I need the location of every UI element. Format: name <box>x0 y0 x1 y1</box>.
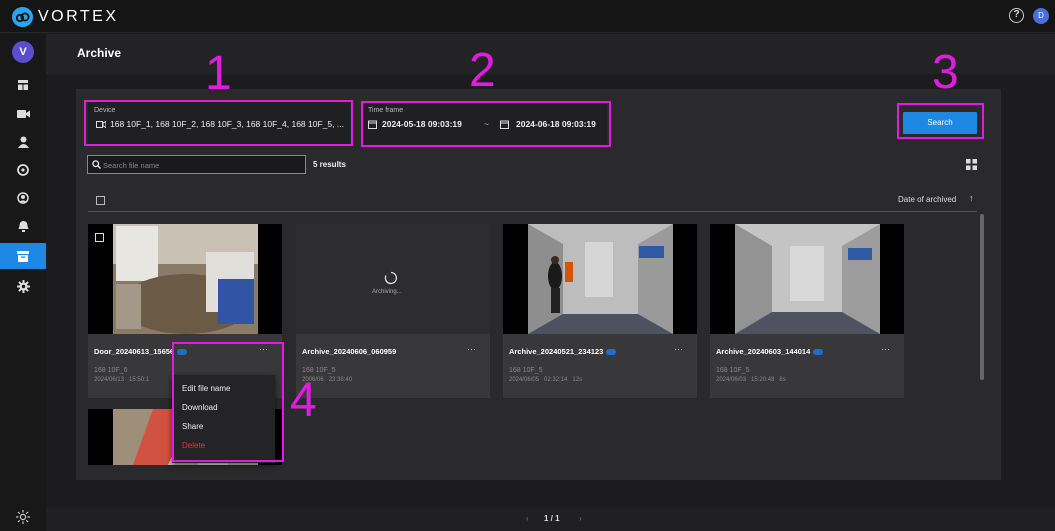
cloud-badge-icon <box>813 349 824 356</box>
card-device: 168 10F_5 <box>509 367 543 374</box>
face-icon[interactable] <box>0 185 46 211</box>
video-thumbnail <box>710 224 904 334</box>
pagination: ‹ 1 / 1 › <box>46 508 1055 531</box>
archive-card[interactable]: Archive_20240603_144014 ··· 168 10F_5 20… <box>710 224 904 398</box>
dashboard-icon[interactable] <box>0 72 46 98</box>
more-options-icon[interactable]: ··· <box>467 344 476 354</box>
archiving-status: Archiving... <box>372 289 402 295</box>
vortex-logo[interactable]: VORTEX <box>12 7 119 27</box>
page-title: Archive <box>77 46 122 60</box>
bell-icon[interactable] <box>0 213 46 239</box>
grid-view-icon[interactable] <box>964 157 979 172</box>
video-thumbnail <box>88 224 282 334</box>
user-avatar[interactable]: D <box>1033 8 1049 24</box>
loading-spinner-icon <box>384 271 397 285</box>
help-icon[interactable]: ? <box>1009 8 1024 23</box>
annotation-box-2 <box>361 101 611 147</box>
camera-icon[interactable] <box>0 101 46 127</box>
next-page-icon[interactable]: › <box>579 514 582 523</box>
sort-label[interactable]: Date of archived <box>898 195 956 204</box>
archive-card[interactable]: Archiving... Archive_20240606_060959 ···… <box>296 224 490 398</box>
search-icon <box>92 160 101 169</box>
annotation-number-4: 4 <box>290 374 317 427</box>
archive-icon[interactable] <box>0 243 46 269</box>
search-box[interactable] <box>87 155 306 174</box>
archive-card[interactable]: Archive_20240521_234123 ··· 168 10F_5 20… <box>503 224 697 398</box>
divider <box>88 211 977 212</box>
annotation-box-4 <box>172 342 284 462</box>
card-title: Archive_20240521_234123 <box>509 347 617 356</box>
more-options-icon[interactable]: ··· <box>674 344 683 354</box>
more-options-icon[interactable]: ··· <box>881 344 890 354</box>
card-title: Archive_20240606_060959 <box>302 347 397 356</box>
card-checkbox[interactable] <box>95 233 104 242</box>
page-indicator: 1 / 1 <box>544 514 560 523</box>
card-device: 168 10F_5 <box>302 367 336 374</box>
search-input[interactable] <box>103 158 301 172</box>
video-thumbnail: Archiving... <box>296 224 490 334</box>
prev-page-icon[interactable]: ‹ <box>526 514 529 523</box>
card-title: Archive_20240603_144014 <box>716 347 824 356</box>
tag-icon[interactable] <box>0 157 46 183</box>
card-device: 168 10F_6 <box>94 367 128 374</box>
gear-icon[interactable] <box>0 273 46 299</box>
select-all-checkbox[interactable] <box>96 196 105 205</box>
scrollbar[interactable] <box>980 214 984 380</box>
card-date: 2024/06/05 02:32:14 12s <box>509 377 583 383</box>
video-thumbnail <box>503 224 697 334</box>
page-header: Archive <box>46 34 1055 74</box>
person-icon[interactable] <box>0 129 46 155</box>
annotation-number-2: 2 <box>469 44 496 97</box>
sort-arrow-icon[interactable]: ↑ <box>969 193 974 203</box>
app-name: VORTEX <box>38 8 119 25</box>
brightness-icon[interactable] <box>0 504 46 530</box>
annotation-box-1 <box>84 100 353 146</box>
annotation-number-3: 3 <box>932 46 959 99</box>
cloud-badge-icon <box>606 349 617 356</box>
annotation-box-3 <box>897 103 984 139</box>
sidebar: V <box>0 34 46 531</box>
top-bar: VORTEX ? D <box>0 0 1055 33</box>
org-avatar[interactable]: V <box>12 41 34 63</box>
card-device: 168 10F_5 <box>716 367 750 374</box>
annotation-number-1: 1 <box>205 47 232 100</box>
results-count: 5 results <box>313 160 346 169</box>
cloud-logo-icon <box>12 7 33 27</box>
card-date: 2024/06/13 15:50:1 <box>94 377 150 383</box>
card-date: 2024/06/03 15:20:48 8s <box>716 377 786 383</box>
